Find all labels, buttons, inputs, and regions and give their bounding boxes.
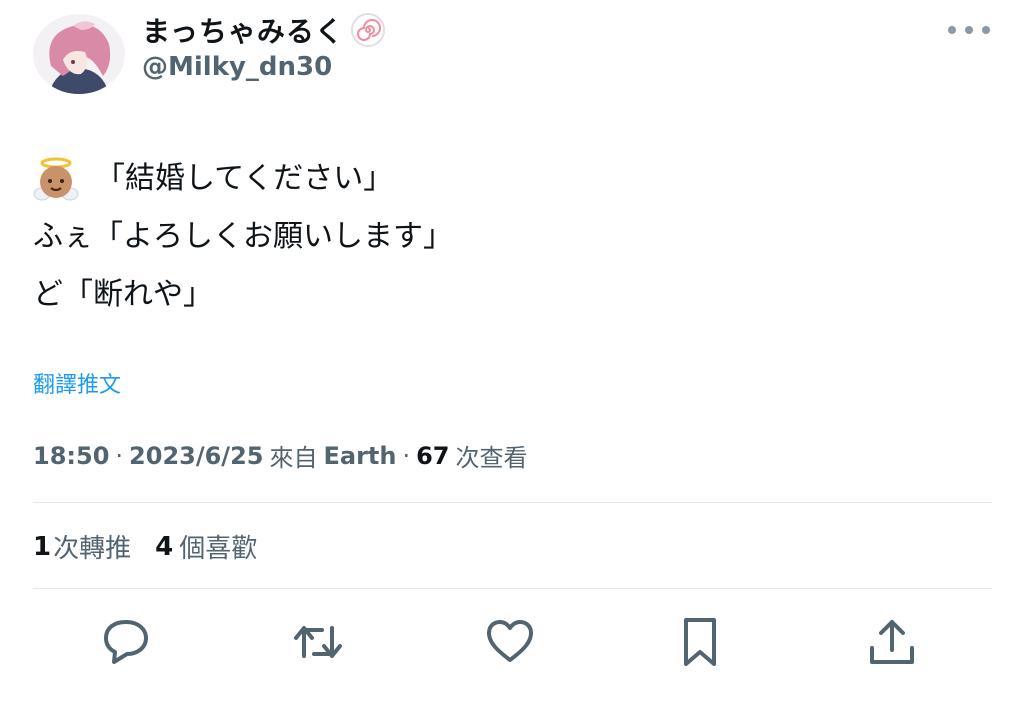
avatar-image [33, 14, 125, 94]
baby-angel-emoji [33, 157, 79, 201]
divider [33, 588, 992, 589]
views-count[interactable]: 67 [416, 442, 449, 470]
tweet-line: 「結婚してください」 [33, 150, 453, 208]
tweet-meta: 18:50 · 2023/6/25 來自 Earth · 67 次查看 [33, 438, 528, 473]
naruto-fishcake-icon [350, 13, 385, 47]
likes-count[interactable]: 4 [155, 532, 173, 562]
bookmark-button[interactable] [670, 612, 730, 672]
retweet-icon [294, 626, 342, 658]
share-icon [870, 620, 914, 664]
tweet-line: ふぇ「よろしくお願いします」 [33, 208, 453, 266]
retweets-count[interactable]: 1 [33, 532, 51, 562]
retweet-button[interactable] [288, 612, 348, 672]
bookmark-icon [684, 618, 716, 666]
reply-icon [104, 620, 148, 664]
dot-icon [948, 26, 956, 34]
tweet-text: 「結婚してください」 ふぇ「よろしくお願いします」 ど「断れや」 [33, 150, 453, 324]
meta-separator: · [115, 441, 124, 470]
tweet-source: Earth [323, 441, 397, 470]
tweet-line-text: ふぇ「よろしくお願いします」 [33, 219, 453, 254]
like-icon [487, 620, 533, 662]
share-button[interactable] [862, 612, 922, 672]
display-name[interactable]: まっちゃみるく [142, 10, 344, 50]
like-button[interactable] [480, 612, 540, 672]
tweet-stats: 1 次轉推 4 個喜歡 [33, 528, 257, 565]
reply-button[interactable] [96, 612, 156, 672]
source-prefix: 來自 [269, 444, 318, 472]
dot-icon [982, 26, 990, 34]
retweets-label[interactable]: 次轉推 [53, 528, 131, 565]
tweet-line-text: 「結婚してください」 [95, 161, 394, 196]
tweet-line-text: ど「断れや」 [33, 277, 213, 312]
views-label[interactable]: 次查看 [456, 438, 528, 473]
dot-icon [965, 26, 973, 34]
translate-link[interactable]: 翻譯推文 [33, 367, 121, 399]
tweet-date[interactable]: 2023/6/25 [129, 442, 263, 470]
user-handle[interactable]: @Milky_dn30 [142, 52, 332, 82]
user-name-row[interactable]: まっちゃみるく [142, 10, 386, 50]
more-options-icon[interactable] [948, 22, 990, 38]
meta-separator: · [402, 441, 411, 470]
likes-label[interactable]: 個喜歡 [179, 528, 257, 565]
tweet-line: ど「断れや」 [33, 266, 453, 324]
tweet-actions [0, 612, 1024, 676]
divider [33, 502, 992, 503]
avatar[interactable] [33, 14, 125, 94]
tweet-time[interactable]: 18:50 [33, 442, 109, 470]
